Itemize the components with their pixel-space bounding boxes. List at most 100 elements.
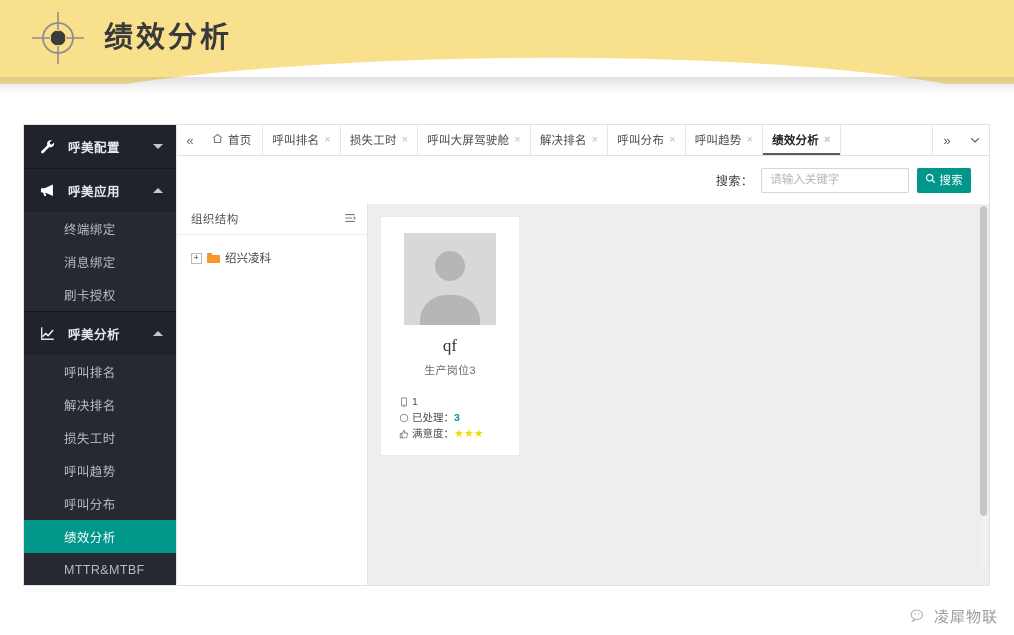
tab-lost-hours[interactable]: 损失工时 ×: [341, 125, 418, 155]
thumbs-up-icon: [398, 428, 410, 440]
chevron-down-icon[interactable]: [961, 125, 989, 155]
search-button-label: 搜索: [939, 172, 963, 188]
wechat-icon: [910, 608, 927, 625]
sidebar-item-call-distribution[interactable]: 呼叫分布: [24, 487, 176, 520]
tab-bar: « 首页 呼叫排名 ×: [177, 125, 989, 156]
stat-satisfaction-value: ★★★: [454, 428, 484, 441]
close-icon[interactable]: ×: [592, 135, 599, 146]
close-icon[interactable]: ×: [514, 135, 521, 146]
person-name: qf: [443, 337, 457, 356]
tab-label: 呼叫趋势: [695, 132, 742, 148]
tab-label: 绩效分析: [772, 132, 819, 148]
sidebar-item-resolution-ranking[interactable]: 解决排名: [24, 388, 176, 421]
page-root: 绩效分析 呼美配置: [0, 0, 1014, 635]
watermark-text: 凌犀物联: [934, 606, 998, 627]
search-icon: [925, 173, 936, 187]
stat-handled-label: 已处理：: [412, 412, 454, 425]
stat-satisfaction-label: 满意度：: [412, 428, 454, 441]
tabs-scroll-container: 首页 呼叫排名 × 损失工时 × 呼叫大屏驾驶舱 ×: [203, 125, 933, 155]
tab-label: 呼叫排名: [272, 132, 319, 148]
sidebar-group-label: 呼美分析: [68, 324, 153, 343]
sidebar-item-mttr-mtbf[interactable]: MTTR&MTBF: [24, 553, 176, 585]
tab-label: 首页: [228, 132, 251, 148]
page-title: 绩效分析: [104, 24, 232, 53]
stat-device-value: 1: [412, 396, 418, 409]
target-crosshair-icon: [30, 10, 86, 66]
chevron-double-right-icon[interactable]: »: [933, 125, 961, 155]
tab-resolution-ranking[interactable]: 解决排名 ×: [531, 125, 608, 155]
sidebar-group-apps[interactable]: 呼美应用: [24, 169, 176, 212]
chart-line-icon: [38, 326, 56, 342]
close-icon[interactable]: ×: [824, 135, 831, 146]
sidebar-item-card-auth[interactable]: 刷卡授权: [24, 278, 176, 311]
tab-label: 损失工时: [350, 132, 397, 148]
sidebar-item-lost-hours[interactable]: 损失工时: [24, 421, 176, 454]
person-card[interactable]: qf 生产岗位3 1: [380, 216, 520, 456]
page-bottom-strip: [0, 623, 1014, 635]
stat-satisfaction: 满意度： ★★★: [398, 428, 505, 441]
close-icon[interactable]: ×: [402, 135, 409, 146]
main-area: « 首页 呼叫排名 ×: [176, 125, 989, 585]
close-icon[interactable]: ×: [747, 135, 754, 146]
content-body: 组织结构 绍兴凌科: [177, 204, 989, 585]
plus-icon[interactable]: [191, 253, 202, 264]
person-cards-area: qf 生产岗位3 1: [368, 204, 989, 585]
org-tree-title: 组织结构: [191, 211, 239, 227]
user-avatar-placeholder: [404, 233, 496, 325]
tab-call-dashboard[interactable]: 呼叫大屏驾驶舱 ×: [418, 125, 531, 155]
chevron-up-icon: [153, 331, 163, 336]
content-scrollbar[interactable]: [980, 206, 987, 567]
sidebar-item-call-trend[interactable]: 呼叫趋势: [24, 454, 176, 487]
sidebar-subitems-analytics: 呼叫排名 解决排名 损失工时 呼叫趋势 呼叫分布 绩效分析 MTTR&MTBF …: [24, 355, 176, 585]
sidebar-item-message-binding[interactable]: 消息绑定: [24, 245, 176, 278]
sidebar-item-terminal-binding[interactable]: 终端绑定: [24, 212, 176, 245]
person-stats: 1 已处理： 3: [395, 396, 505, 441]
tab-performance-analysis[interactable]: 绩效分析 ×: [763, 125, 840, 155]
banner-content: 绩效分析: [30, 10, 232, 66]
list-settings-icon[interactable]: [344, 212, 356, 227]
sidebar-subitems-apps: 终端绑定 消息绑定 刷卡授权: [24, 212, 176, 311]
tab-label: 呼叫大屏驾驶舱: [427, 132, 509, 148]
watermark: 凌犀物联: [910, 606, 998, 627]
wrench-icon: [38, 139, 56, 155]
chevron-up-icon: [153, 188, 163, 193]
sidebar-group-label: 呼美配置: [68, 137, 153, 156]
tab-label: 解决排名: [540, 132, 587, 148]
page-banner: 绩效分析: [0, 0, 1014, 84]
megaphone-icon: [38, 183, 56, 199]
sidebar: 呼美配置 呼美应用 终端绑定 消息绑定 刷卡授权: [24, 125, 176, 585]
tab-call-ranking[interactable]: 呼叫排名 ×: [263, 125, 340, 155]
device-icon: [398, 396, 410, 408]
tree-node-label: 绍兴凌科: [225, 250, 271, 266]
org-tree-panel: 组织结构 绍兴凌科: [177, 204, 368, 585]
avatar-body: [420, 295, 480, 325]
tab-call-trend[interactable]: 呼叫趋势 ×: [686, 125, 763, 155]
sidebar-item-call-ranking[interactable]: 呼叫排名: [24, 355, 176, 388]
search-label: 搜索：: [716, 172, 754, 189]
tab-call-distribution[interactable]: 呼叫分布 ×: [608, 125, 685, 155]
app-window: 呼美配置 呼美应用 终端绑定 消息绑定 刷卡授权: [24, 125, 989, 585]
close-icon[interactable]: ×: [669, 135, 676, 146]
chevron-double-left-icon[interactable]: «: [177, 125, 203, 155]
stat-handled: 已处理： 3: [398, 412, 505, 425]
search-input[interactable]: [761, 168, 909, 193]
tab-home[interactable]: 首页: [203, 125, 263, 155]
stat-handled-value: 3: [454, 412, 460, 425]
person-role: 生产岗位3: [424, 362, 476, 378]
tree-node-shaoxing-lingxi[interactable]: 绍兴凌科: [191, 250, 367, 266]
sidebar-group-label: 呼美应用: [68, 181, 153, 200]
stat-device-count: 1: [398, 396, 505, 409]
chevron-down-icon: [153, 144, 163, 149]
search-button[interactable]: 搜索: [917, 168, 971, 193]
close-icon[interactable]: ×: [324, 135, 331, 146]
org-tree-body: 绍兴凌科: [177, 235, 367, 266]
sidebar-group-analytics[interactable]: 呼美分析: [24, 312, 176, 355]
home-icon: [212, 133, 223, 147]
sidebar-item-performance-analysis[interactable]: 绩效分析: [24, 520, 176, 553]
search-toolbar: 搜索： 搜索: [177, 156, 989, 204]
tab-empty-space: [841, 125, 933, 155]
avatar-head: [435, 251, 465, 281]
scrollbar-thumb[interactable]: [980, 206, 987, 516]
sidebar-group-settings[interactable]: 呼美配置: [24, 125, 176, 168]
tab-label: 呼叫分布: [617, 132, 664, 148]
